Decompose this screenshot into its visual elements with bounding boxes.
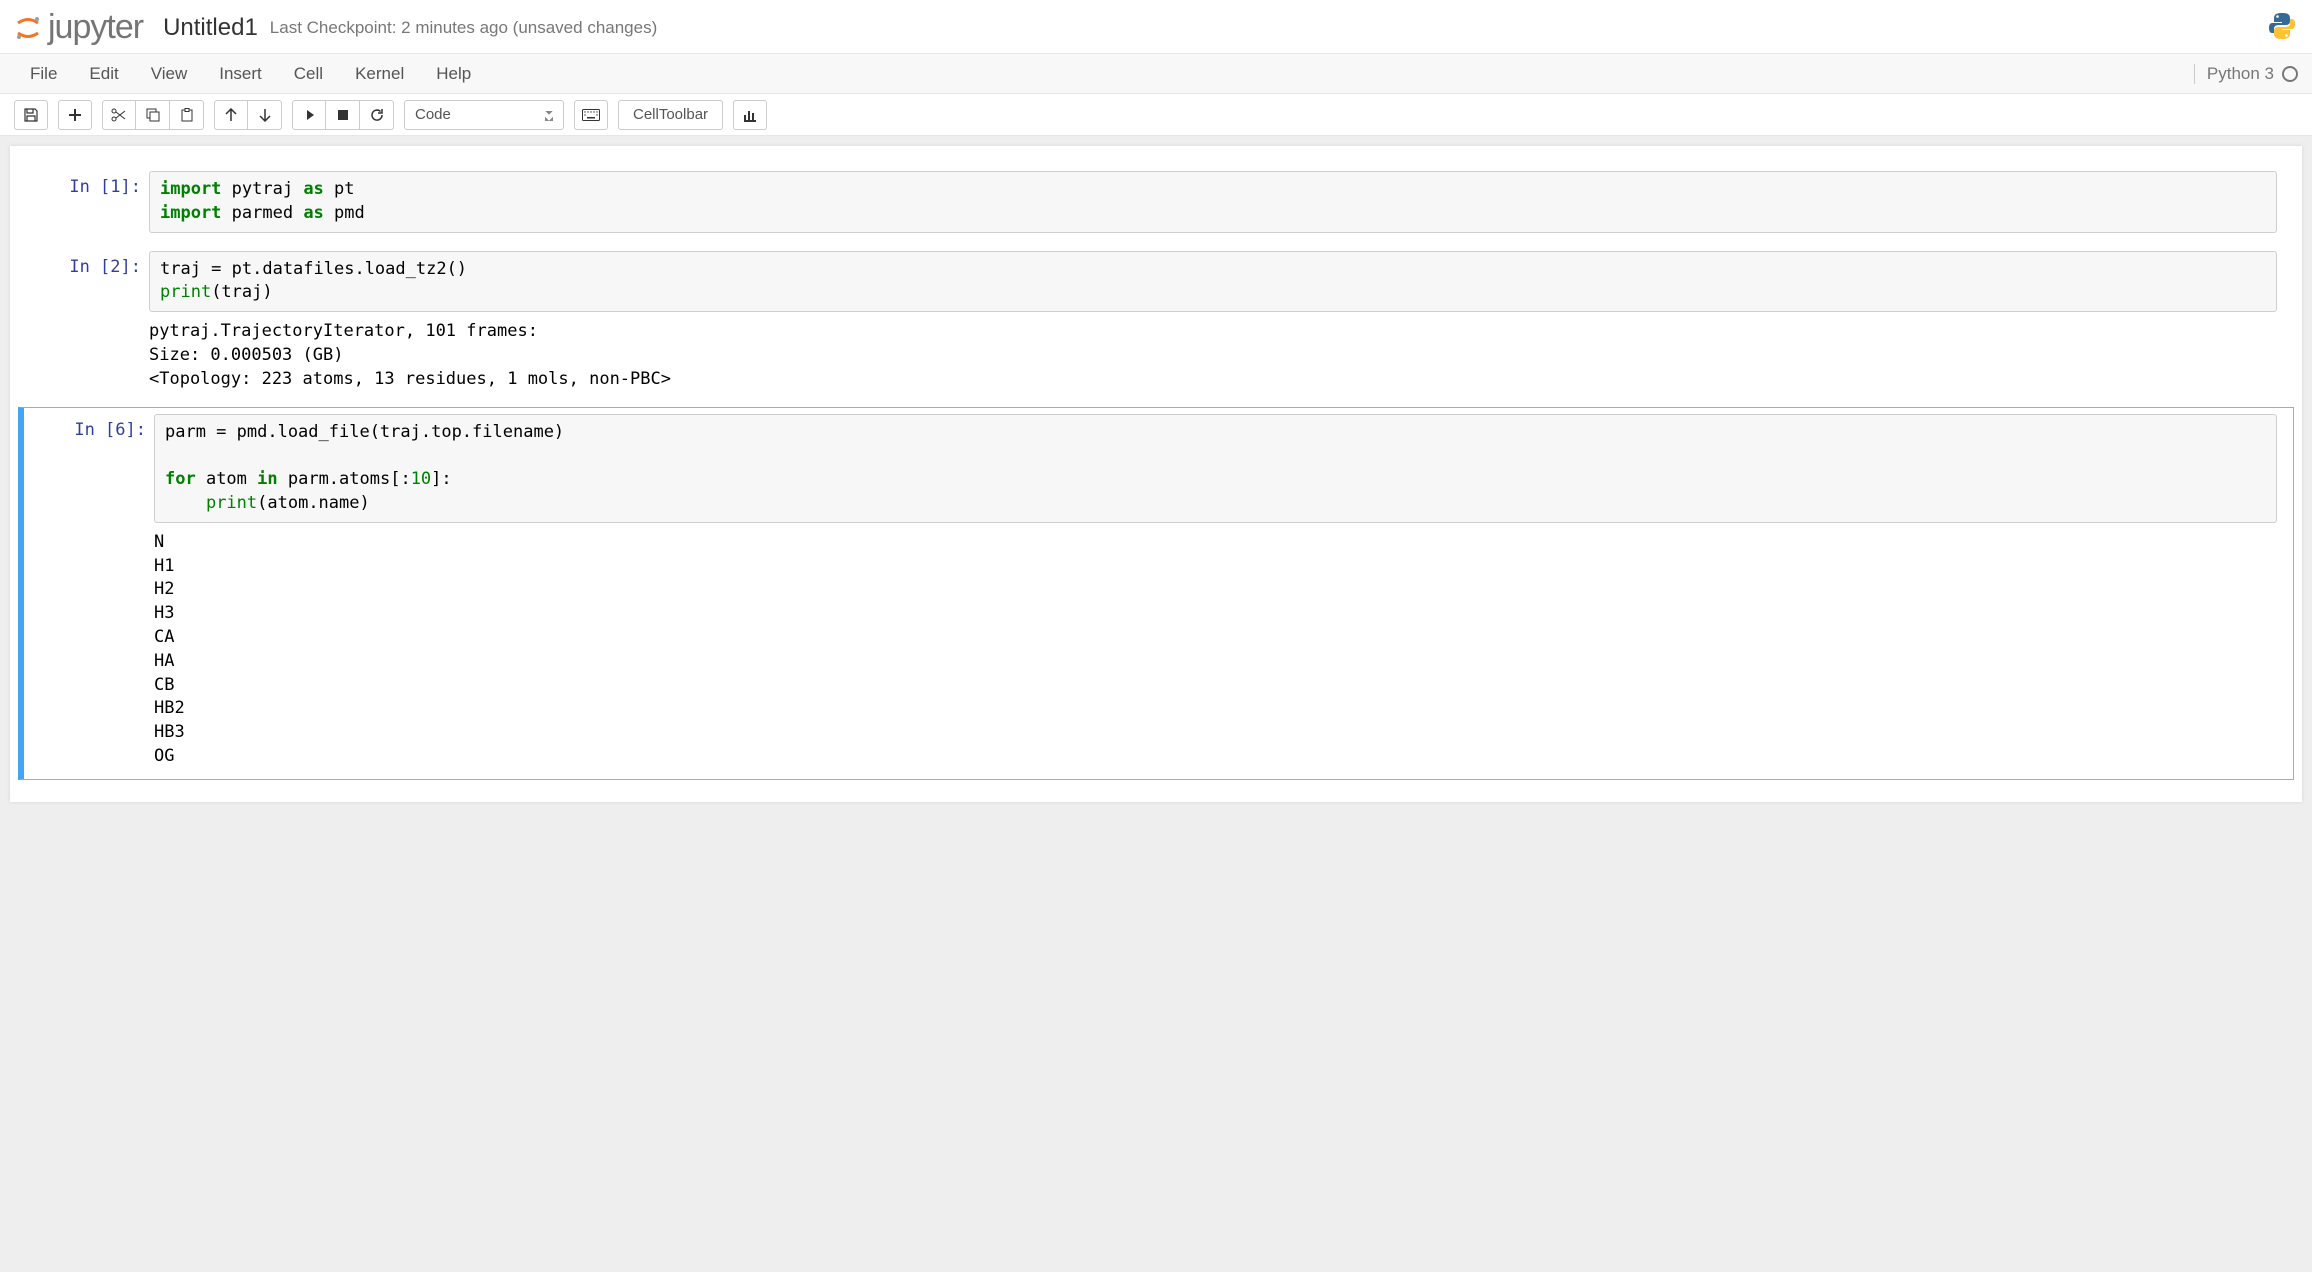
scissors-icon [111, 108, 127, 122]
run-icon [302, 108, 316, 122]
arrow-up-icon [225, 108, 237, 122]
cell-type-select[interactable]: Code [404, 100, 564, 130]
menu-cell[interactable]: Cell [278, 56, 339, 92]
copy-button[interactable] [136, 100, 170, 130]
menu-insert[interactable]: Insert [203, 56, 278, 92]
cell-body: import pytraj as pt import parmed as pmd [149, 171, 2287, 233]
save-button[interactable] [14, 100, 48, 130]
arrow-down-icon [259, 108, 271, 122]
add-cell-button[interactable] [58, 100, 92, 130]
kernel-idle-icon [2282, 66, 2298, 82]
kernel-name-label: Python 3 [2207, 64, 2274, 84]
menu-view[interactable]: View [135, 56, 204, 92]
jupyter-icon [14, 14, 42, 42]
cut-button[interactable] [102, 100, 136, 130]
bar-chart-icon [743, 108, 757, 122]
paste-button[interactable] [170, 100, 204, 130]
jupyter-logo[interactable]: jupyter [14, 8, 143, 47]
python-logo-icon [2266, 10, 2298, 45]
stop-icon [337, 109, 349, 121]
checkpoint-text: Last Checkpoint: 2 minutes ago (unsaved … [270, 18, 657, 38]
code-input[interactable]: parm = pmd.load_file(traj.top.filename) … [154, 414, 2277, 523]
command-palette-button[interactable] [574, 100, 608, 130]
notebook-scroll-area[interactable]: In [1]:import pytraj as pt import parmed… [0, 136, 2312, 1272]
restart-button[interactable] [360, 100, 394, 130]
code-cell[interactable]: In [6]:parm = pmd.load_file(traj.top.fil… [18, 407, 2294, 780]
refresh-icon [370, 108, 384, 122]
cell-output: pytraj.TrajectoryIterator, 101 frames: S… [149, 312, 2277, 395]
move-down-button[interactable] [248, 100, 282, 130]
plus-icon [68, 108, 82, 122]
jupyter-word: jupyter [48, 8, 143, 47]
chart-button[interactable] [733, 100, 767, 130]
notebook-title[interactable]: Untitled1 [163, 14, 258, 42]
code-input[interactable]: import pytraj as pt import parmed as pmd [149, 171, 2277, 233]
code-input[interactable]: traj = pt.datafiles.load_tz2() print(tra… [149, 251, 2277, 313]
cell-body: parm = pmd.load_file(traj.top.filename) … [154, 414, 2287, 773]
menu-kernel[interactable]: Kernel [339, 56, 420, 92]
cell-toolbar-button[interactable]: CellToolbar [618, 100, 723, 130]
input-prompt: In [2]: [19, 251, 149, 396]
toolbar: Code CellToolbar [0, 94, 2312, 136]
header-bar: jupyter Untitled1 Last Checkpoint: 2 min… [0, 0, 2312, 54]
clipboard-icon [180, 108, 194, 122]
copy-icon [146, 108, 160, 122]
notebook-container: In [1]:import pytraj as pt import parmed… [10, 146, 2302, 802]
input-prompt: In [1]: [19, 171, 149, 233]
interrupt-button[interactable] [326, 100, 360, 130]
menu-help[interactable]: Help [420, 56, 487, 92]
cell-output: N H1 H2 H3 CA HA CB HB2 HB3 OG [154, 523, 2277, 773]
cell-body: traj = pt.datafiles.load_tz2() print(tra… [149, 251, 2287, 396]
move-up-button[interactable] [214, 100, 248, 130]
menu-file[interactable]: File [14, 56, 73, 92]
menubar: FileEditViewInsertCellKernelHelp Python … [0, 54, 2312, 94]
input-prompt: In [6]: [24, 414, 154, 773]
kernel-indicator: Python 3 [2194, 64, 2298, 84]
run-button[interactable] [292, 100, 326, 130]
save-icon [24, 108, 38, 122]
code-cell[interactable]: In [2]:traj = pt.datafiles.load_tz2() pr… [18, 244, 2294, 403]
code-cell[interactable]: In [1]:import pytraj as pt import parmed… [18, 164, 2294, 240]
menu-edit[interactable]: Edit [73, 56, 134, 92]
keyboard-icon [582, 109, 600, 121]
